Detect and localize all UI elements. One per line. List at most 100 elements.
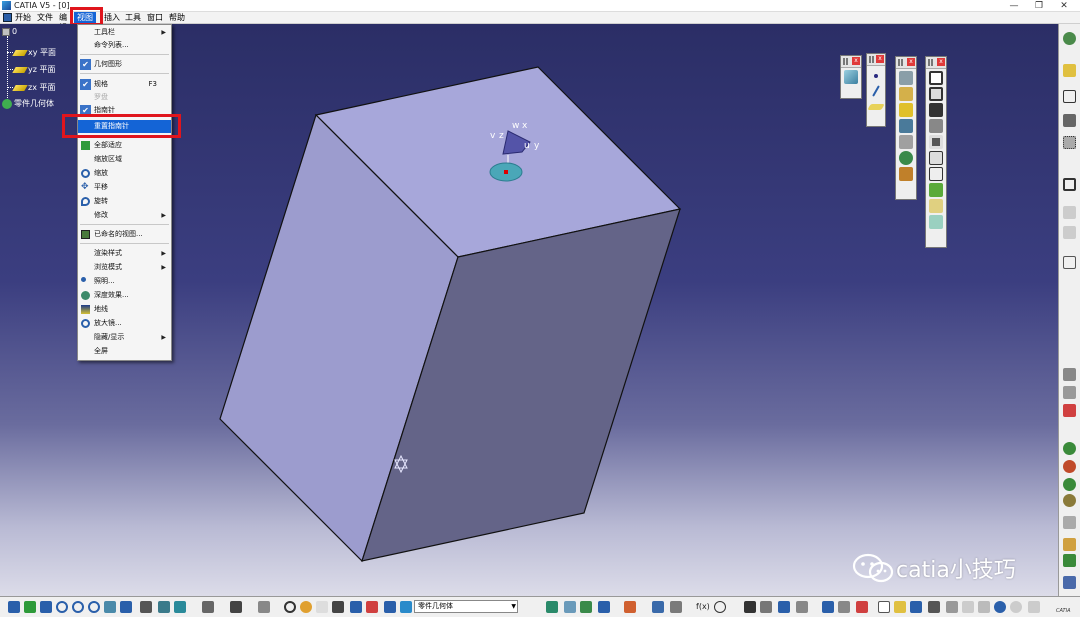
close-icon[interactable]: x [852,57,860,65]
update-icon[interactable] [384,601,396,613]
menu-help[interactable]: 帮助 [169,13,185,23]
apply-material-icon[interactable] [1063,404,1076,417]
undo-icon[interactable] [994,601,1006,613]
pan-icon[interactable] [40,601,52,613]
menu-item-toolbars[interactable]: 工具栏 ▶ [78,26,171,39]
close-icon[interactable]: x [876,55,884,63]
thread-icon[interactable] [929,151,943,165]
menu-item-hide-show[interactable]: 隐藏/显示 ▶ [78,331,171,344]
gear-icon[interactable] [1063,494,1076,507]
sketch-icon[interactable] [844,70,858,84]
snap-icon[interactable] [1063,178,1076,191]
green-gear-icon[interactable] [1063,478,1076,491]
menu-item-lighting[interactable]: 照明... [78,275,171,288]
toolbar-grip[interactable] [928,59,933,66]
analysis-icon[interactable] [760,601,772,613]
apply-material-icon[interactable] [624,601,636,613]
boolean-icon[interactable] [580,601,592,613]
tree-root[interactable]: 0 [2,27,17,36]
print-icon[interactable] [928,601,940,613]
formula-icon[interactable] [332,601,344,613]
menu-item-modify[interactable]: 修改 ▶ [78,209,171,222]
tree-item-yz-plane[interactable]: yz 平面 [12,64,55,75]
assembly-icon[interactable] [1063,576,1076,589]
menu-item-pan[interactable]: ✥ 平移 [78,181,171,194]
analysis-icon[interactable] [1063,386,1076,399]
bottle-icon[interactable] [796,601,808,613]
menu-file[interactable]: 文件 [37,13,53,23]
constraint-icon[interactable] [1063,226,1076,239]
hole-icon[interactable] [899,135,913,149]
new-icon[interactable] [878,601,890,613]
menu-item-ground[interactable]: 地线 [78,303,171,316]
view-icon[interactable] [1063,114,1076,127]
floating-toolbar-2[interactable]: x [866,53,886,127]
start-icon[interactable] [3,13,12,22]
tree-item-xy-plane[interactable]: xy 平面 [12,47,56,58]
save-icon[interactable] [910,601,922,613]
menu-item-render-style[interactable]: 渲染样式 ▶ [78,247,171,260]
table-icon[interactable] [744,601,756,613]
zoom-in-icon[interactable] [72,601,84,613]
floating-toolbar-4[interactable]: x [925,56,947,248]
menu-window[interactable]: 窗口 [147,13,163,23]
copy-icon[interactable] [962,601,974,613]
render-style-icon[interactable] [140,601,152,613]
select-arrow-icon[interactable] [1063,64,1076,77]
swap-space-icon[interactable] [230,601,242,613]
part-body-select[interactable]: 零件几何体 ▼ [414,600,518,613]
menu-item-depth-effect[interactable]: 深度效果... [78,289,171,302]
groove-icon[interactable] [899,119,913,133]
rotate-icon[interactable] [56,601,68,613]
workbench-icon[interactable] [1063,32,1076,45]
grid-icon[interactable] [838,601,850,613]
chamfer-icon[interactable] [929,87,943,101]
pad-icon[interactable] [546,601,558,613]
iso-view-icon[interactable] [120,601,132,613]
axis-icon[interactable] [366,601,378,613]
menu-item-geometry[interactable]: ✔ 几何图形 [78,58,171,71]
pocket-icon[interactable] [564,601,576,613]
green-gear-icon[interactable] [1063,442,1076,455]
toolbar-grip[interactable] [898,59,903,66]
formula-fx-icon[interactable]: f(x) [696,601,710,613]
slot-icon[interactable] [899,167,913,181]
close-icon[interactable]: x [937,58,945,66]
rib-icon[interactable] [899,151,913,165]
parameters-icon[interactable] [316,601,328,613]
paste-icon[interactable] [978,601,990,613]
tree-item-zx-plane[interactable]: zx 平面 [12,82,55,93]
menu-item-magnifier[interactable]: 放大镜... [78,317,171,330]
split-icon[interactable] [929,199,943,213]
part-body-icon[interactable] [400,601,412,613]
shading-icon[interactable] [158,601,170,613]
point-icon[interactable] [874,74,878,78]
zoom-out-icon[interactable] [88,601,100,613]
pad-icon[interactable] [899,71,913,85]
draft-icon[interactable] [929,103,943,117]
transform-icon[interactable] [598,601,610,613]
measure-inertia-icon[interactable] [670,601,682,613]
swap-icon[interactable] [822,601,834,613]
constraint-icon[interactable] [1063,206,1076,219]
menu-item-fit-all[interactable]: 全部适应 [78,139,171,152]
menu-item-command-list[interactable]: 命令列表... [78,39,171,52]
menu-tools[interactable]: 工具 [125,13,141,23]
toolbar-grip[interactable] [869,56,874,63]
flag-icon[interactable] [856,601,868,613]
hide-show-icon[interactable] [202,601,214,613]
normal-view-icon[interactable] [104,601,116,613]
plane-icon[interactable] [867,104,885,110]
menu-item-zoom[interactable]: 缩放 [78,167,171,180]
menu-item-full-screen[interactable]: 全屏 [78,345,171,358]
open-icon[interactable] [894,601,906,613]
body-icon[interactable] [1063,554,1076,567]
menu-item-rotate[interactable]: 旋转 [78,195,171,208]
catalog-icon[interactable] [350,601,362,613]
pocket-icon[interactable] [899,87,913,101]
menu-item-specifications[interactable]: ✔ 规格 F3 [78,78,171,91]
grid-icon[interactable] [1063,136,1076,149]
toolbar-grip[interactable] [843,58,848,65]
menu-item-zoom-area[interactable]: 缩放区域 [78,153,171,166]
menu-start[interactable]: 开始 [15,13,31,23]
